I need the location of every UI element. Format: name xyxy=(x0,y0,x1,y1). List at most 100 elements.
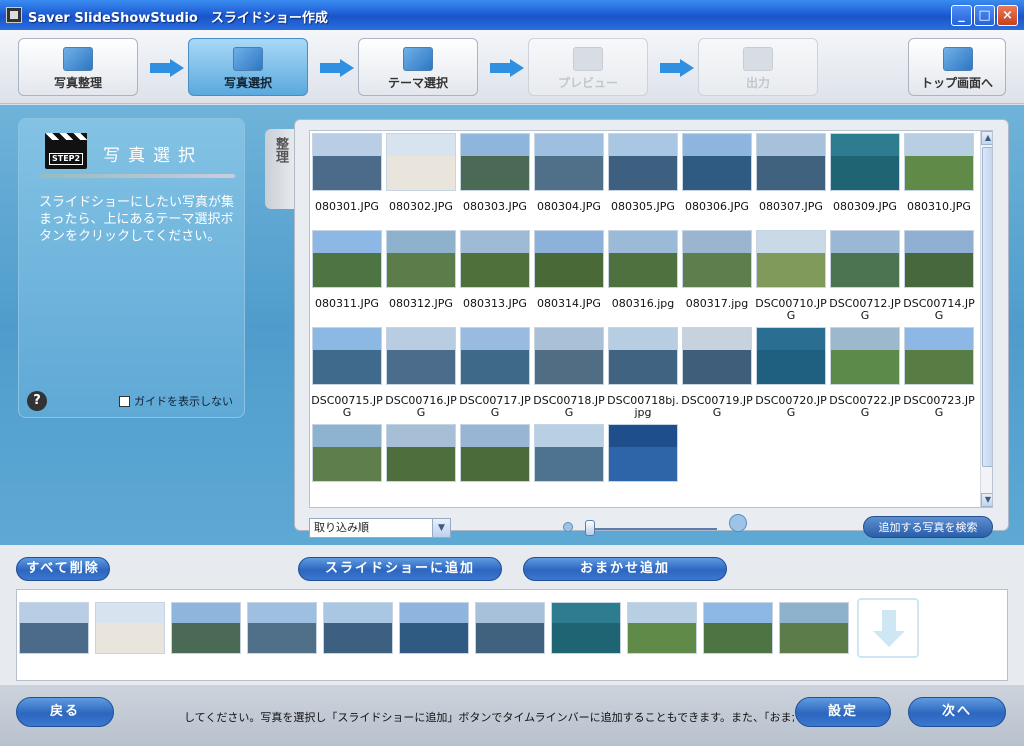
photo-thumbnail[interactable] xyxy=(756,327,826,385)
photo-thumbnail[interactable] xyxy=(830,133,900,191)
photo-thumbnail[interactable] xyxy=(460,230,530,288)
photo-thumbnail[interactable] xyxy=(608,424,678,482)
photo-thumbnail-item[interactable] xyxy=(533,422,605,507)
photo-thumbnail-item[interactable]: 080311.JPG xyxy=(311,228,383,324)
timeline-thumbnail[interactable] xyxy=(551,602,621,654)
timeline-thumbnail[interactable] xyxy=(323,602,393,654)
photo-thumbnail-item[interactable] xyxy=(459,422,531,507)
top-screen-button[interactable]: トップ画面へ xyxy=(908,38,1006,96)
sort-order-select[interactable]: 取り込み順 ▼ xyxy=(309,518,451,538)
photo-thumbnail[interactable] xyxy=(830,230,900,288)
photo-grid-scrollbar[interactable]: ▲ ▼ xyxy=(980,131,992,507)
photo-thumbnail[interactable] xyxy=(756,230,826,288)
photo-thumbnail[interactable] xyxy=(460,133,530,191)
photo-thumbnail[interactable] xyxy=(312,133,382,191)
photo-thumbnail[interactable] xyxy=(534,424,604,482)
photo-thumbnail[interactable] xyxy=(312,230,382,288)
photo-thumbnail-item[interactable]: DSC00718.JPG xyxy=(533,325,605,421)
checkbox-box[interactable] xyxy=(119,396,130,407)
photo-thumbnail[interactable] xyxy=(460,424,530,482)
timeline-thumbnail[interactable] xyxy=(399,602,469,654)
photo-thumbnail-item[interactable]: DSC00716.JPG xyxy=(385,325,457,421)
photo-thumbnail-item[interactable]: DSC00718bj.jpg xyxy=(607,325,679,421)
photo-thumbnail-item[interactable]: 080316.jpg xyxy=(607,228,679,324)
scroll-up-button[interactable]: ▲ xyxy=(981,131,992,145)
zoom-slider-track[interactable] xyxy=(587,528,717,530)
photo-thumbnail[interactable] xyxy=(904,230,974,288)
photo-thumbnail-item[interactable]: 080313.JPG xyxy=(459,228,531,324)
timeline-thumbnail[interactable] xyxy=(475,602,545,654)
photo-thumbnail[interactable] xyxy=(682,230,752,288)
photo-thumbnail-item[interactable]: DSC00712.JPG xyxy=(829,228,901,324)
scroll-down-button[interactable]: ▼ xyxy=(981,493,992,507)
photo-thumbnail-item[interactable] xyxy=(607,422,679,507)
photo-thumbnail[interactable] xyxy=(386,327,456,385)
photo-thumbnail-item[interactable]: DSC00710.JPG xyxy=(755,228,827,324)
photo-thumbnail[interactable] xyxy=(386,230,456,288)
timeline-thumbnail[interactable] xyxy=(627,602,697,654)
photo-thumbnail[interactable] xyxy=(386,424,456,482)
photo-thumbnail-item[interactable]: DSC00720.JPG xyxy=(755,325,827,421)
photo-thumbnail-item[interactable] xyxy=(311,422,383,507)
photo-thumbnail[interactable] xyxy=(534,230,604,288)
step-photo-select[interactable]: 写真選択 xyxy=(188,38,308,96)
minimize-button[interactable]: _ xyxy=(951,5,972,26)
next-button[interactable]: 次へ xyxy=(908,697,1006,727)
photo-thumbnail[interactable] xyxy=(312,424,382,482)
step-output[interactable]: 出力 xyxy=(698,38,818,96)
photo-thumbnail[interactable] xyxy=(312,327,382,385)
photo-thumbnail[interactable] xyxy=(608,133,678,191)
photo-thumbnail[interactable] xyxy=(904,327,974,385)
photo-thumbnail-item[interactable]: DSC00719.JPG xyxy=(681,325,753,421)
photo-thumbnail-item[interactable]: 080301.JPG xyxy=(311,131,383,227)
photo-thumbnail[interactable] xyxy=(608,230,678,288)
organize-side-tab[interactable]: 整理 xyxy=(265,129,295,209)
photo-thumbnail[interactable] xyxy=(830,327,900,385)
photo-thumbnail-item[interactable]: 080309.JPG xyxy=(829,131,901,227)
close-button[interactable]: × xyxy=(997,5,1018,26)
photo-thumbnail-item[interactable]: 080314.JPG xyxy=(533,228,605,324)
photo-thumbnail[interactable] xyxy=(682,327,752,385)
hide-guide-checkbox[interactable]: ガイドを表示しない xyxy=(119,393,233,409)
step-photo-organize[interactable]: 写真整理 xyxy=(18,38,138,96)
add-to-slideshow-button[interactable]: スライドショーに追加 xyxy=(298,557,502,581)
photo-thumbnail-item[interactable] xyxy=(385,422,457,507)
timeline-thumbnail[interactable] xyxy=(779,602,849,654)
timeline-thumbnail[interactable] xyxy=(171,602,241,654)
photo-thumbnail-item[interactable]: 080307.JPG xyxy=(755,131,827,227)
photo-thumbnail[interactable] xyxy=(386,133,456,191)
auto-add-button[interactable]: おまかせ追加 xyxy=(523,557,727,581)
photo-thumbnail[interactable] xyxy=(460,327,530,385)
photo-thumbnail-item[interactable]: 080303.JPG xyxy=(459,131,531,227)
photo-thumbnail[interactable] xyxy=(608,327,678,385)
timeline-thumbnail[interactable] xyxy=(247,602,317,654)
timeline-thumbnail[interactable] xyxy=(95,602,165,654)
photo-thumbnail[interactable] xyxy=(534,327,604,385)
scroll-thumb[interactable] xyxy=(982,147,992,467)
chevron-down-icon[interactable]: ▼ xyxy=(432,519,450,537)
photo-thumbnail-item[interactable]: 080302.JPG xyxy=(385,131,457,227)
photo-thumbnail-item[interactable]: 080304.JPG xyxy=(533,131,605,227)
photo-thumbnail-item[interactable]: DSC00715.JPG xyxy=(311,325,383,421)
zoom-slider-handle[interactable] xyxy=(585,520,595,536)
photo-thumbnail-item[interactable]: 080305.JPG xyxy=(607,131,679,227)
photo-thumbnail[interactable] xyxy=(756,133,826,191)
help-icon[interactable]: ? xyxy=(27,391,47,411)
photo-thumbnail[interactable] xyxy=(904,133,974,191)
photo-thumbnail-item[interactable]: DSC00717.JPG xyxy=(459,325,531,421)
photo-thumbnail-item[interactable]: 080310.JPG xyxy=(903,131,975,227)
photo-thumbnail-item[interactable]: DSC00723.JPG xyxy=(903,325,975,421)
photo-thumbnail[interactable] xyxy=(534,133,604,191)
step-theme-select[interactable]: テーマ選択 xyxy=(358,38,478,96)
photo-thumbnail-item[interactable]: 080306.JPG xyxy=(681,131,753,227)
settings-button[interactable]: 設定 xyxy=(795,697,891,727)
delete-all-button[interactable]: すべて削除 xyxy=(16,557,110,581)
timeline-thumbnail[interactable] xyxy=(19,602,89,654)
photo-thumbnail-item[interactable]: 080312.JPG xyxy=(385,228,457,324)
search-photos-button[interactable]: 追加する写真を検索 xyxy=(863,516,993,538)
photo-thumbnail-item[interactable]: DSC00714.JPG xyxy=(903,228,975,324)
timeline-bar[interactable] xyxy=(16,589,1008,681)
photo-thumbnail-item[interactable]: 080317.jpg xyxy=(681,228,753,324)
photo-thumbnail-item[interactable]: DSC00722.JPG xyxy=(829,325,901,421)
back-button[interactable]: 戻る xyxy=(16,697,114,727)
